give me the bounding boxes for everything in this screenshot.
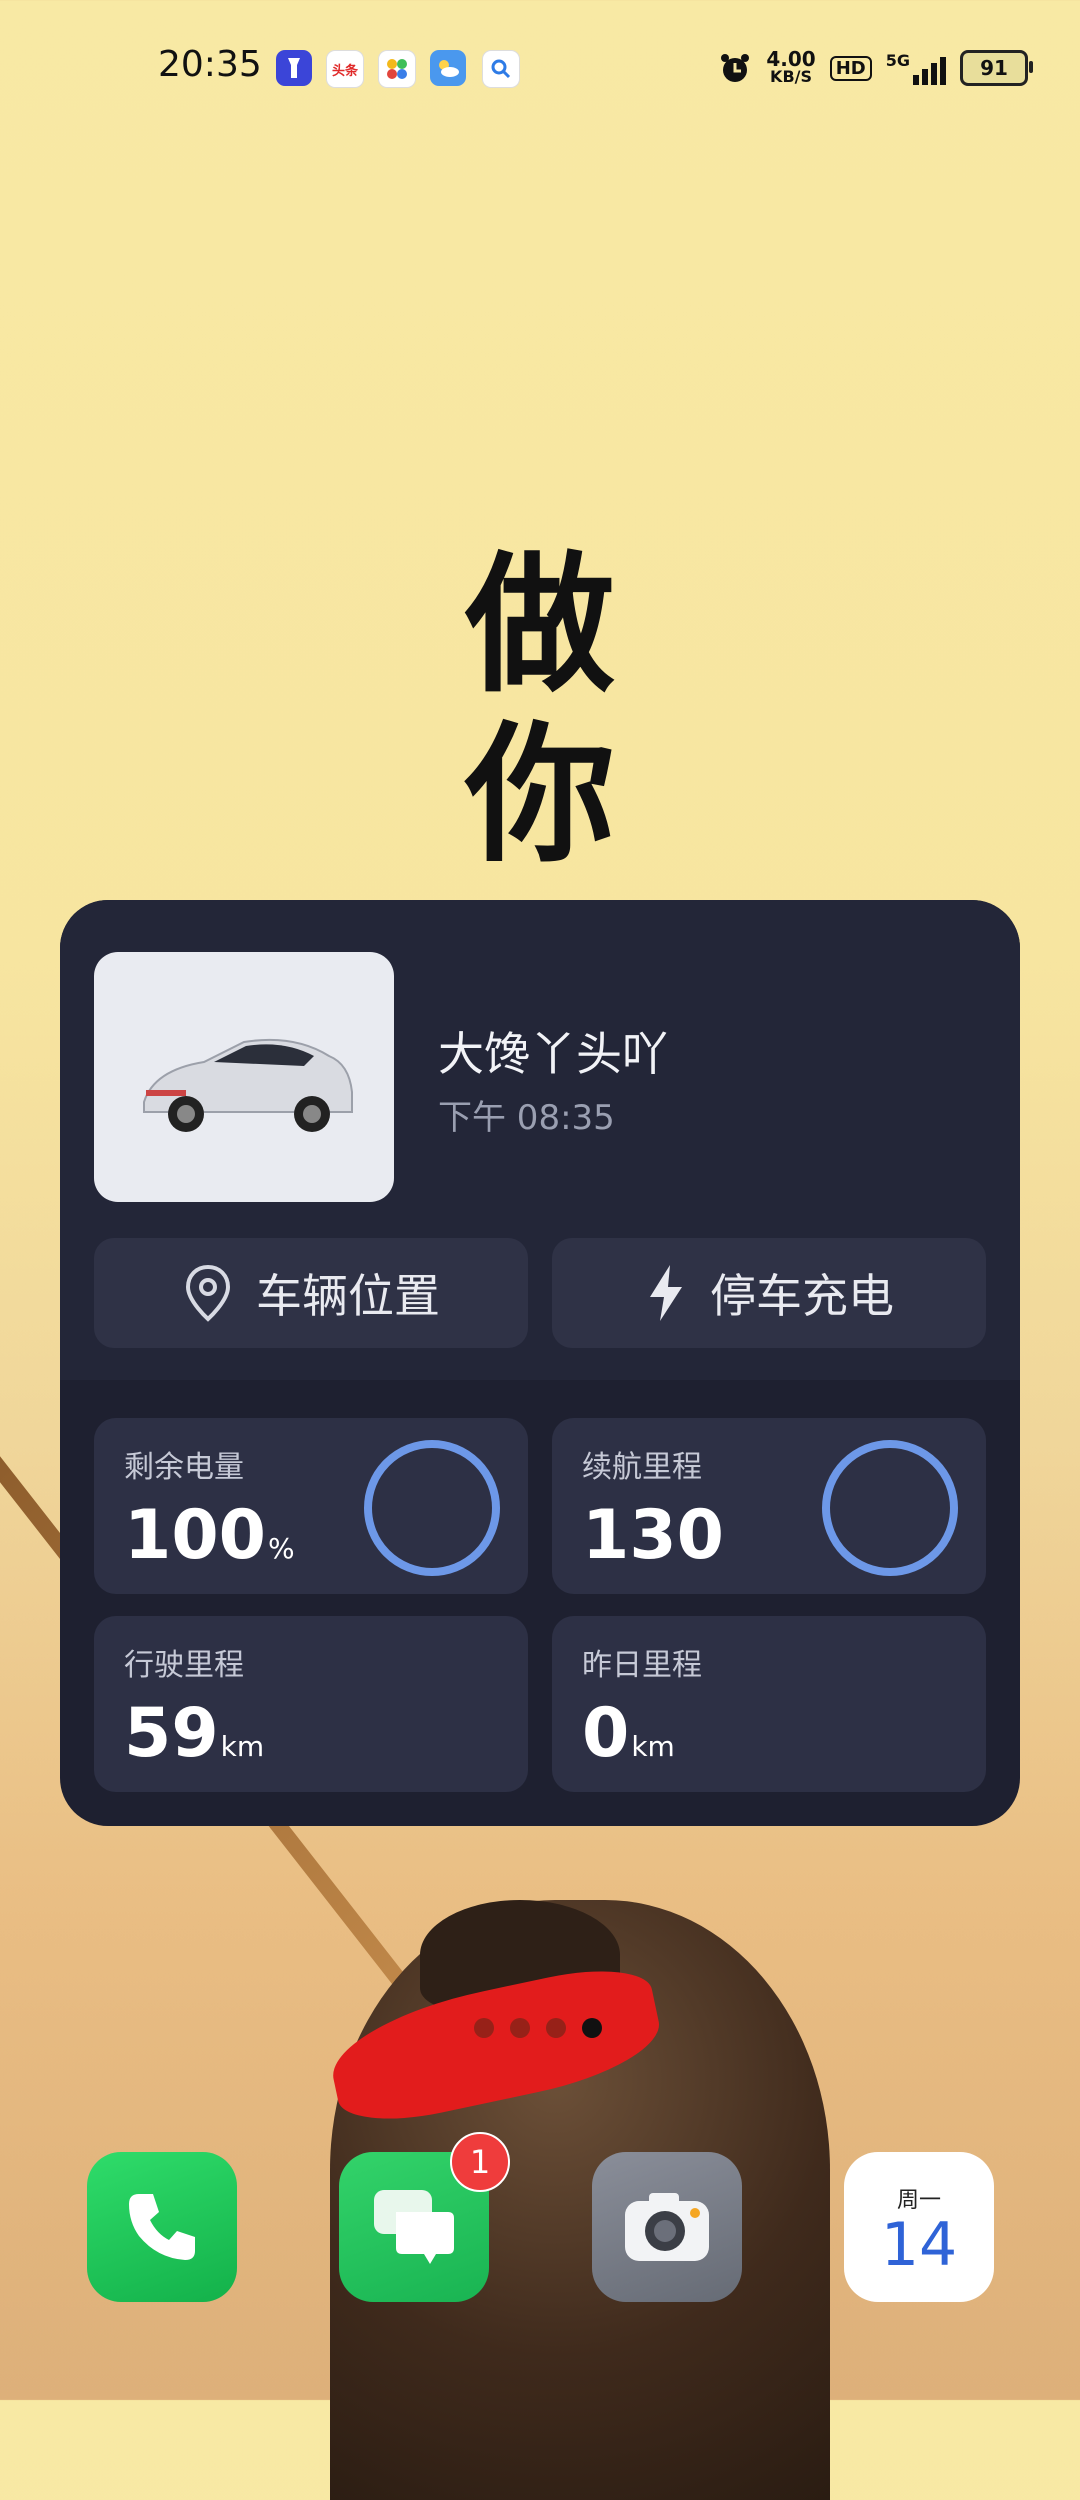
status-bar: 20:35 头条 4.00 KB/S HD 5G 91 — [0, 0, 1080, 140]
parking-charge-button[interactable]: 停车充电 — [552, 1238, 986, 1348]
status-time: 20:35 — [158, 44, 262, 85]
stat-value: 59km — [124, 1694, 264, 1787]
battery-level: 91 — [980, 56, 1008, 80]
battery-icon: 91 — [960, 50, 1033, 86]
page-dot[interactable] — [510, 2018, 530, 2038]
flashlight-icon — [276, 50, 312, 86]
camera-icon — [625, 2193, 709, 2261]
range-ring — [822, 1440, 958, 1576]
update-time: 下午 08:35 — [438, 1098, 615, 1138]
chat-bubbles-icon — [374, 2190, 454, 2264]
calligraphy-char-1: 做 — [464, 537, 615, 713]
stat-yesterday-distance[interactable]: 昨日里程 0km — [552, 1616, 986, 1792]
stat-number: 59 — [124, 1694, 219, 1773]
vehicle-location-button[interactable]: 车辆位置 — [94, 1238, 528, 1348]
camera-app[interactable] — [592, 2152, 742, 2302]
phone-icon — [129, 2194, 195, 2260]
stat-number: 100 — [124, 1496, 266, 1575]
parking-charge-label: 停车充电 — [710, 1269, 894, 1323]
stat-label: 行驶里程 — [124, 1648, 244, 1683]
alarm-icon — [721, 54, 750, 82]
stat-value: 100% — [124, 1496, 295, 1589]
unread-badge: 1 — [450, 2132, 510, 2192]
wallpaper-calligraphy: 做 你 — [420, 540, 660, 880]
phone-app[interactable] — [87, 2152, 237, 2302]
page-dot[interactable] — [546, 2018, 566, 2038]
calendar-day: 14 — [880, 2210, 958, 2280]
net-speed-value: 4.00 — [766, 47, 816, 71]
vehicle-location-label: 车辆位置 — [256, 1269, 440, 1323]
page-indicator[interactable] — [474, 2018, 602, 2038]
stat-label: 昨日里程 — [582, 1648, 702, 1683]
stat-number: 0 — [582, 1694, 630, 1773]
page-dot[interactable] — [474, 2018, 494, 2038]
calligraphy-char-2: 你 — [464, 707, 615, 883]
hd-badge: HD — [829, 55, 872, 81]
stat-unit: km — [220, 1730, 265, 1763]
lightning-icon — [650, 1265, 682, 1321]
stat-number: 130 — [582, 1496, 724, 1575]
net-speed-unit: KB/S — [770, 67, 813, 86]
signal-icon: 5G — [886, 51, 946, 85]
charge-ring — [364, 1440, 500, 1576]
status-indicators: 4.00 KB/S HD 5G 91 — [718, 46, 1033, 90]
stat-remaining-charge[interactable]: 剩余电量 100% — [94, 1418, 528, 1594]
stat-unit: % — [267, 1532, 295, 1565]
stat-driven-distance[interactable]: 行驶里程 59km — [94, 1616, 528, 1792]
search-icon — [482, 50, 520, 88]
signal-label: 5G — [885, 51, 910, 70]
stat-range[interactable]: 续航里程 130 — [552, 1418, 986, 1594]
stat-unit: km — [631, 1730, 675, 1763]
car-widget[interactable]: 大馋丫头吖 下午 08:35 车辆位置 停车充电 剩余电量 100% 续航里程 … — [60, 900, 1020, 1826]
car-name: 大馋丫头吖 — [438, 1027, 668, 1081]
toutiao-icon: 头条 — [326, 50, 364, 88]
network-speed: 4.00 KB/S — [766, 47, 816, 86]
car-image[interactable] — [94, 952, 394, 1202]
stat-label: 剩余电量 — [124, 1450, 244, 1485]
car-illustration — [143, 1038, 353, 1132]
stat-value: 0km — [582, 1694, 675, 1787]
toutiao-label: 头条 — [331, 63, 358, 79]
stat-value: 130 — [582, 1496, 726, 1589]
page-dot-active[interactable] — [582, 2018, 602, 2038]
stat-label: 续航里程 — [582, 1450, 702, 1485]
calendar-app[interactable]: 周一 14 — [844, 2152, 994, 2302]
location-pin-icon — [185, 1264, 231, 1322]
apps-icon — [378, 50, 416, 88]
weather-icon — [430, 50, 466, 86]
